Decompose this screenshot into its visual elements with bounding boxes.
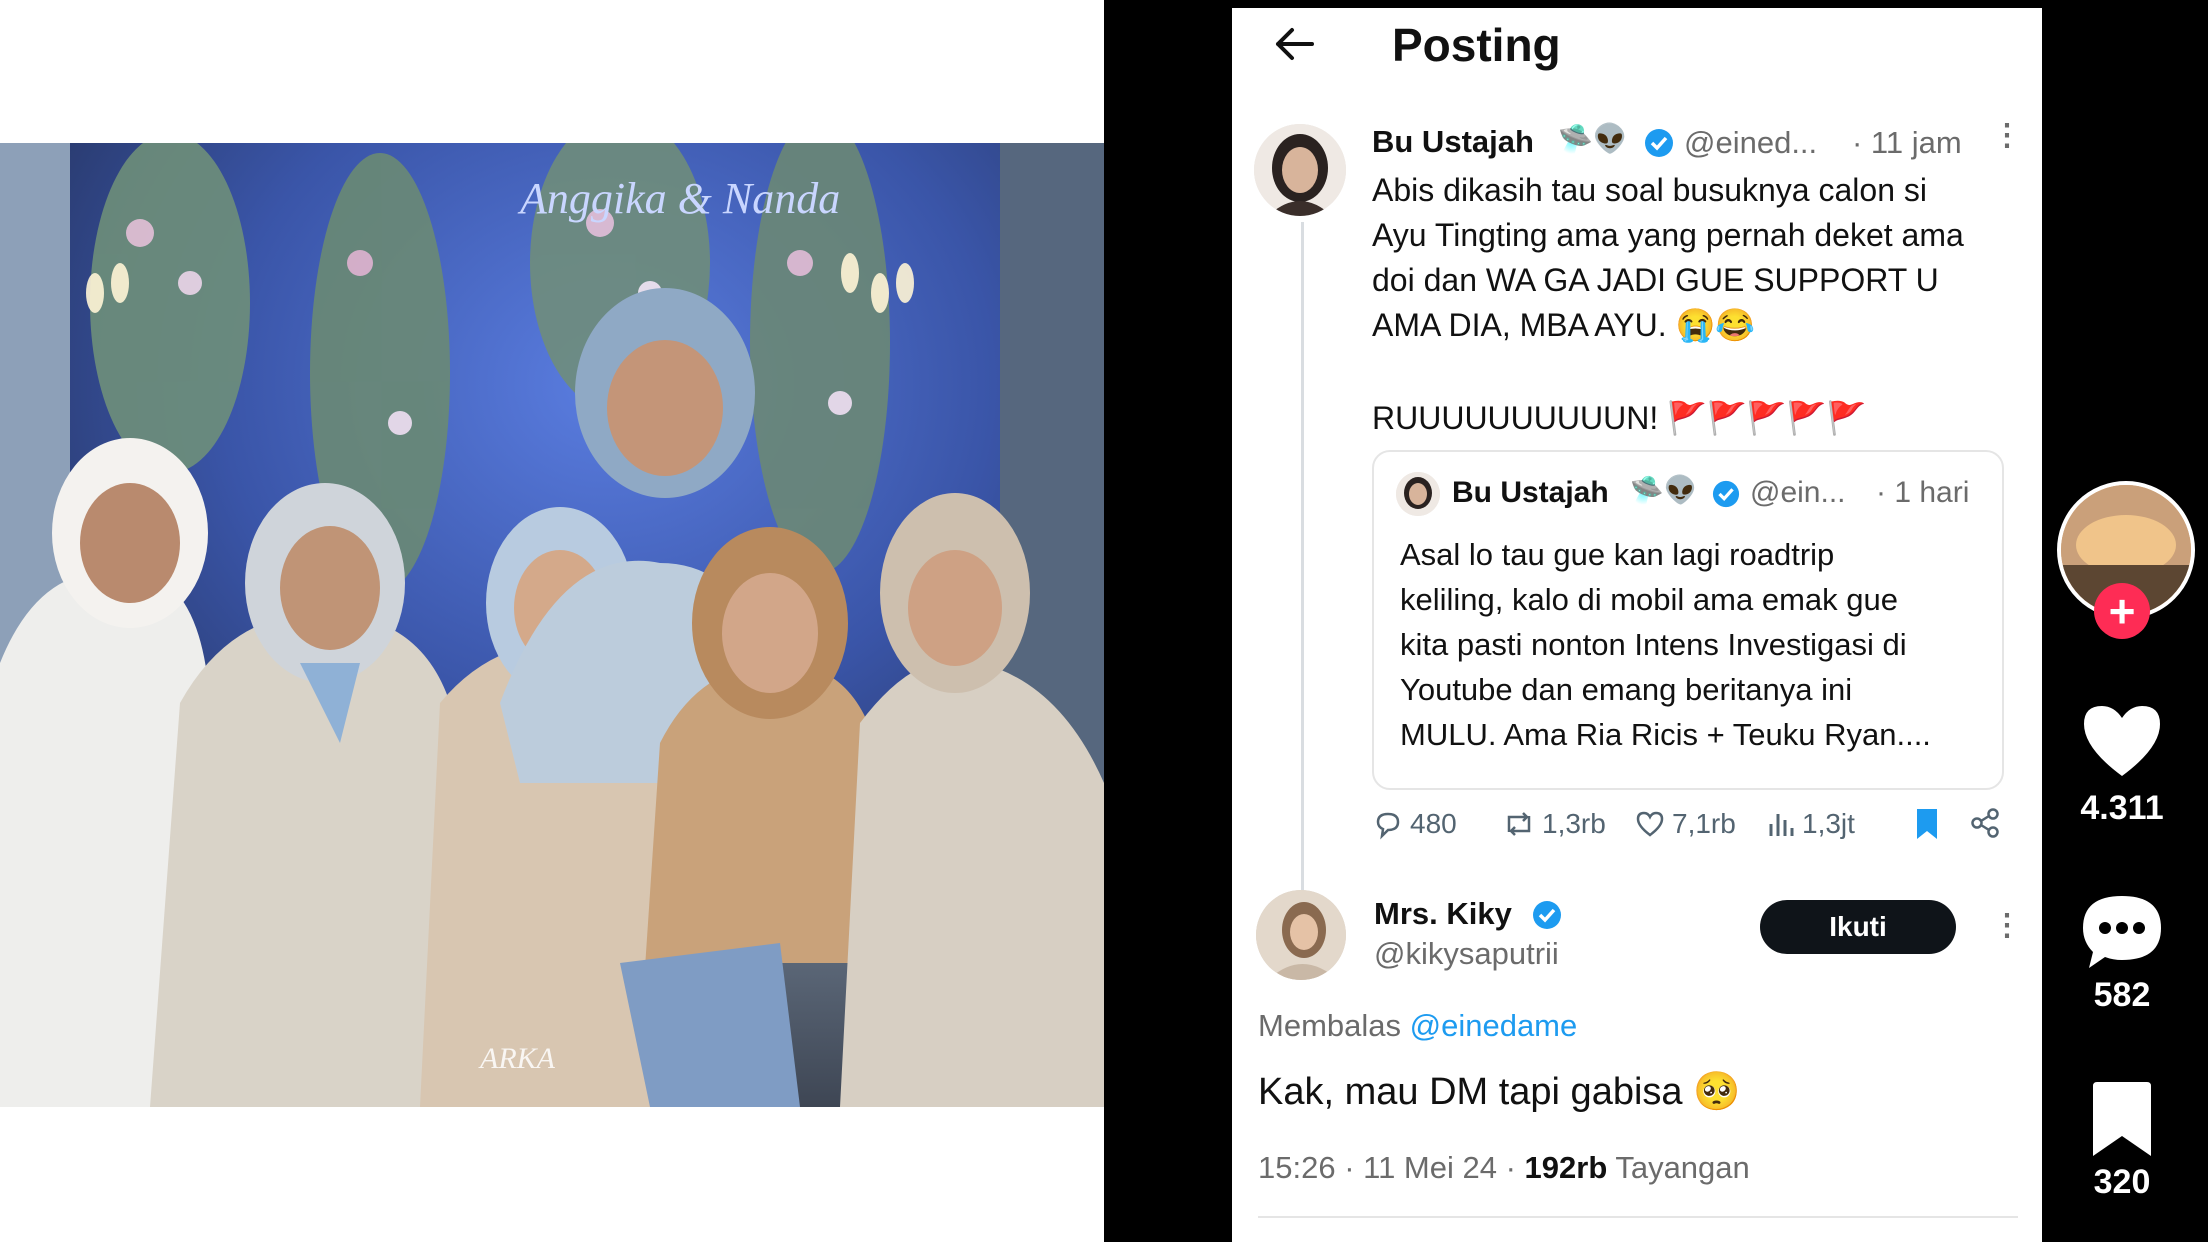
views-action[interactable]: 1,3jt bbox=[1766, 808, 1855, 840]
verified-badge-icon bbox=[1645, 129, 1673, 157]
reply-author-handle[interactable]: @kikysaputrii bbox=[1374, 936, 1559, 972]
like-count: 7,1rb bbox=[1672, 808, 1736, 839]
quote-avatar-image bbox=[1396, 472, 1440, 516]
replying-prefix: Membalas bbox=[1258, 1008, 1401, 1043]
reply-action[interactable]: 480 bbox=[1372, 808, 1457, 840]
quote-time: · 1 hari bbox=[1876, 476, 1970, 509]
tweet-line: Ayu Tingting ama yang pernah deket ama bbox=[1372, 217, 1964, 253]
page-title: Posting bbox=[1392, 19, 1561, 71]
quote-line: Asal lo tau gue kan lagi roadtrip bbox=[1400, 537, 1835, 572]
bookmark-icon[interactable] bbox=[1912, 806, 1942, 842]
follow-button[interactable]: Ikuti bbox=[1760, 900, 1956, 954]
tweet-line: doi dan WA GA JADI GUE SUPPORT U bbox=[1372, 262, 1939, 298]
tweet-line: AMA DIA, MBA AYU. 😭😂 bbox=[1372, 307, 1756, 343]
comment-icon[interactable] bbox=[2079, 890, 2165, 972]
tweet-line-last: RUUUUUUUUUUN! 🚩🚩🚩🚩🚩 bbox=[1372, 400, 1867, 436]
heart-icon bbox=[1636, 811, 1664, 837]
quote-line: keliling, kalo di mobil ama emak gue bbox=[1400, 582, 1898, 617]
quote-author-name: Bu Ustajah bbox=[1452, 476, 1609, 509]
repost-count: 1,3rb bbox=[1542, 808, 1606, 839]
post-views-label: Tayangan bbox=[1615, 1150, 1750, 1185]
author-handle[interactable]: @eined... bbox=[1684, 125, 1817, 161]
bookmark-rail-icon[interactable] bbox=[2089, 1080, 2155, 1160]
analytics-icon bbox=[1769, 814, 1794, 836]
reply-more-options-icon[interactable]: ⋮ bbox=[1992, 908, 2022, 943]
quote-body: Asal lo tau gue kan lagi roadtrip kelili… bbox=[1400, 532, 1931, 757]
like-count-rail: 4.311 bbox=[2080, 789, 2164, 827]
repost-icon bbox=[1507, 812, 1531, 836]
quote-name-emoji: 🛸👽 bbox=[1630, 475, 1698, 505]
left-panel: Anggika & Nanda ARKA bbox=[0, 0, 1104, 1242]
reply-body: Kak, mau DM tapi gabisa 🥺 bbox=[1258, 1071, 1741, 1113]
reply-icon bbox=[1376, 812, 1400, 840]
save-count-rail: 320 bbox=[2093, 1163, 2151, 1201]
avatar[interactable] bbox=[1254, 124, 1346, 216]
reply-avatar[interactable] bbox=[1256, 890, 1346, 980]
reply-verified-badge-icon bbox=[1533, 901, 1561, 929]
group-photo: Anggika & Nanda ARKA bbox=[0, 143, 1104, 1107]
quote-avatar bbox=[1396, 472, 1440, 516]
name-emoji: 🛸👽 bbox=[1558, 123, 1628, 154]
replying-to: Membalas @einedame bbox=[1258, 1008, 1577, 1044]
banner-text: Anggika & Nanda bbox=[517, 174, 840, 223]
replying-to-handle[interactable]: @einedame bbox=[1410, 1008, 1578, 1043]
post-time: · 11 jam bbox=[1852, 125, 1962, 160]
reply-count: 480 bbox=[1410, 808, 1457, 839]
more-options-icon[interactable]: ⋮ bbox=[1992, 118, 2022, 153]
group-photo-illustration: Anggika & Nanda ARKA bbox=[0, 143, 1104, 1107]
photo-watermark: ARKA bbox=[478, 1042, 556, 1075]
post-screen: Posting Bu Ustajah 🛸👽 @eined... · 11 jam… bbox=[1232, 8, 2042, 1242]
like-heart-icon[interactable] bbox=[2080, 702, 2164, 780]
reply-avatar-image bbox=[1256, 890, 1346, 980]
tweet-body: Abis dikasih tau soal busuknya calon si … bbox=[1372, 168, 1964, 348]
quote-line: MULU. Ama Ria Ricis + Teuku Ryan.... bbox=[1400, 717, 1931, 752]
divider bbox=[1258, 1216, 2018, 1218]
views-count: 1,3jt bbox=[1802, 808, 1855, 839]
quote-verified-badge-icon bbox=[1712, 480, 1740, 508]
repost-action[interactable]: 1,3rb bbox=[1502, 808, 1606, 840]
post-timestamp: 15:26 · 11 Mei 24 · bbox=[1258, 1150, 1516, 1185]
reply-author-name[interactable]: Mrs. Kiky bbox=[1374, 896, 1512, 932]
post-meta: 15:26 · 11 Mei 24 · 192rb Tayangan bbox=[1258, 1150, 1750, 1186]
follow-plus-icon[interactable]: + bbox=[2094, 583, 2150, 639]
share-icon[interactable] bbox=[1968, 806, 2002, 840]
thread-line bbox=[1301, 222, 1304, 892]
quote-line: Youtube dan emang beritanya ini bbox=[1400, 672, 1853, 707]
post-views-count: 192rb bbox=[1524, 1150, 1608, 1185]
quote-line: kita pasti nonton Intens Investigasi di bbox=[1400, 627, 1907, 662]
quoted-tweet[interactable]: Bu Ustajah 🛸👽 @ein... · 1 hari Asal lo t… bbox=[1372, 450, 2004, 790]
comment-count-rail: 582 bbox=[2093, 976, 2151, 1014]
tweet-line: Abis dikasih tau soal busuknya calon si bbox=[1372, 172, 1927, 208]
avatar-image bbox=[1254, 124, 1346, 216]
quote-author-handle: @ein... bbox=[1750, 476, 1846, 509]
author-name[interactable]: Bu Ustajah bbox=[1372, 124, 1534, 160]
back-arrow-icon[interactable] bbox=[1272, 22, 1316, 66]
like-action[interactable]: 7,1rb bbox=[1634, 808, 1736, 840]
